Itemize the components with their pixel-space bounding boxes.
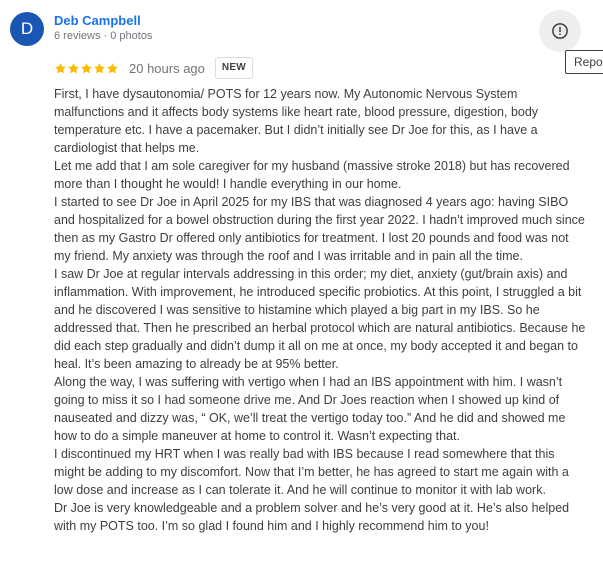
review-paragraph: I started to see Dr Joe in April 2025 fo…: [54, 195, 585, 263]
star-icon: [107, 62, 118, 73]
review-text: First, I have dysautonomia/ POTS for 12 …: [54, 85, 588, 535]
avatar[interactable]: D: [10, 12, 44, 46]
report-review-button[interactable]: [539, 10, 581, 52]
review-card: D Deb Campbell 6 reviews · 0 photos Repo…: [0, 0, 603, 562]
review-paragraph: I saw Dr Joe at regular intervals addres…: [54, 267, 586, 371]
star-rating: [54, 62, 119, 75]
rating-row: 20 hours ago NEW: [54, 57, 253, 79]
author-meta: 6 reviews · 0 photos: [54, 30, 153, 42]
review-time: 20 hours ago: [129, 60, 205, 76]
review-paragraph: Dr Joe is very knowledgeable and a probl…: [54, 501, 570, 533]
star-icon: [94, 62, 105, 73]
report-tooltip: Report review: [565, 50, 603, 74]
new-badge: NEW: [214, 57, 253, 79]
review-paragraph: Along the way, I was suffering with vert…: [54, 375, 566, 443]
alert-circle-icon: [552, 23, 568, 39]
star-icon: [55, 62, 66, 73]
review-paragraph: First, I have dysautonomia/ POTS for 12 …: [54, 87, 539, 155]
star-icon: [68, 62, 79, 73]
review-paragraph: Let me add that I am sole caregiver for …: [54, 159, 570, 191]
star-icon: [81, 62, 92, 73]
review-paragraph: I discontinued my HRT when I was really …: [54, 447, 569, 497]
author-name[interactable]: Deb Campbell: [54, 13, 141, 28]
